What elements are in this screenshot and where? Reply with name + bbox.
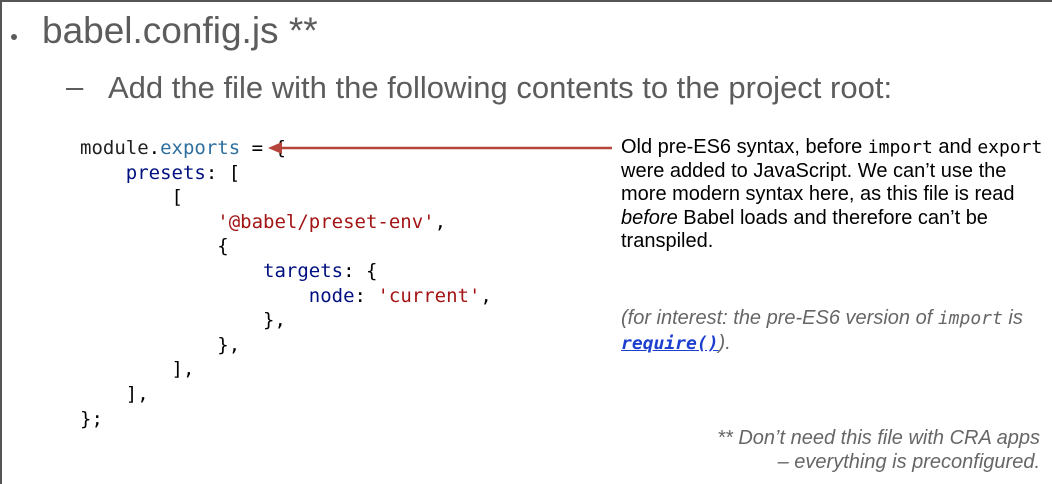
inline-code: import (867, 137, 933, 158)
footnote-line: – everything is preconfigured. (777, 451, 1040, 473)
emphasis: before (621, 206, 678, 229)
interest-note: (for interest: the pre-ES6 version of im… (621, 307, 1023, 354)
arrow-head-icon (268, 142, 282, 154)
require-link[interactable]: require() (621, 333, 719, 354)
annotation-note: Old pre-ES6 syntax, before import and ex… (621, 136, 1043, 252)
footnote: ** Don’t need this file with CRA apps – … (717, 426, 1040, 474)
footnote-line: ** Don’t need this file with CRA apps (717, 427, 1040, 449)
inline-code: import (937, 308, 1003, 329)
inline-code: export (977, 137, 1043, 158)
